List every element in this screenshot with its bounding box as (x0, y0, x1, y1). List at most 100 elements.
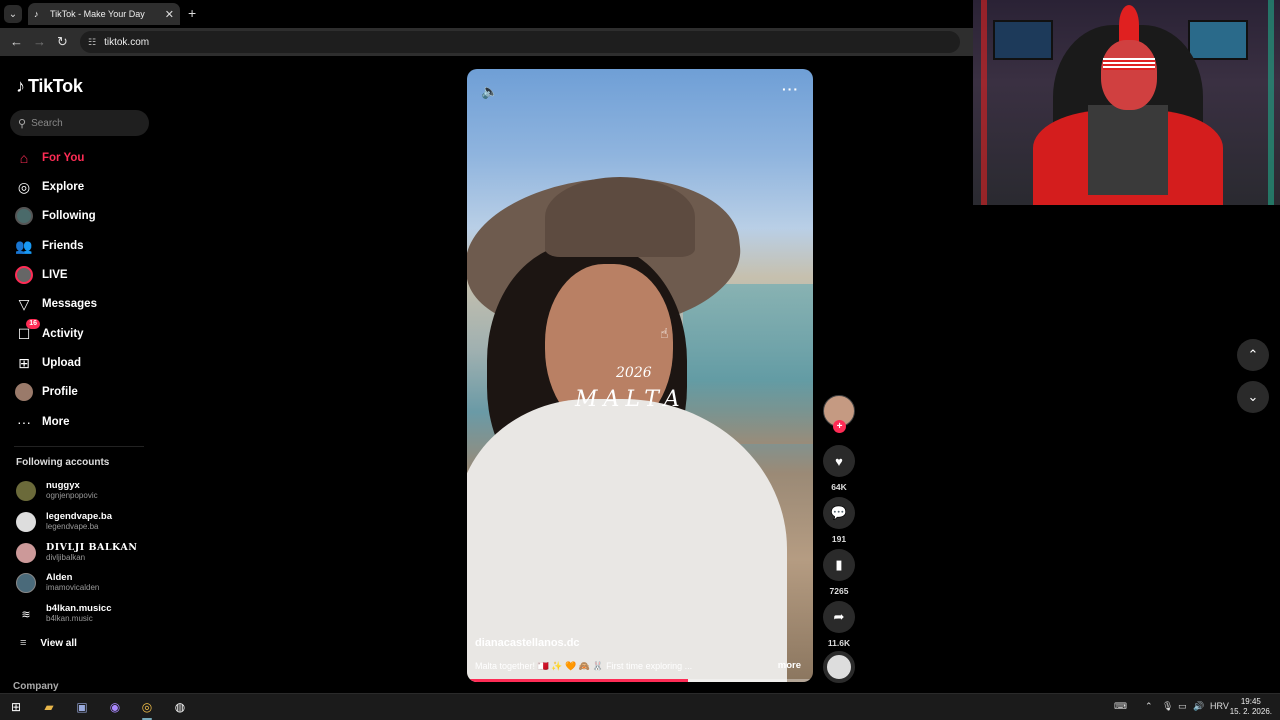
chrome-icon[interactable]: ◎ (139, 699, 155, 715)
nav-label: Activity (42, 328, 84, 340)
view-all-label: View all (40, 637, 77, 649)
keyboard-icon[interactable]: ⌨ (1114, 701, 1127, 712)
activity-badge: 16 (26, 319, 40, 329)
video-author[interactable]: dianacastellanos.dc (475, 637, 580, 649)
file-explorer-icon[interactable]: ▰ (41, 699, 57, 715)
webcam-led-strip (1268, 0, 1274, 205)
video-caption: Malta together! 🇲🇹 ✨ 🧡 🙈 🐰 First time ex… (475, 661, 693, 671)
following-accounts-title: Following accounts (16, 457, 110, 468)
nav-live[interactable]: LIVE (14, 264, 68, 286)
volume-icon[interactable]: 🔈 (481, 83, 498, 100)
share-icon: ➦ (833, 609, 845, 624)
nav-label: LIVE (42, 269, 68, 281)
account-handle: legendvape.ba (46, 522, 99, 531)
more-dots-icon: ··· (17, 414, 31, 430)
browser-tab[interactable]: ♪ TikTok - Make Your Day ✕ (28, 3, 180, 25)
webcam-person-mohawk (1119, 5, 1139, 45)
url-text: tiktok.com (104, 36, 150, 48)
nav-following[interactable]: Following (14, 205, 96, 227)
caption-more-button[interactable]: more (778, 660, 801, 671)
brand-name: TikTok (28, 76, 83, 96)
system-clock[interactable]: 19:45 15. 2. 2026. (1230, 697, 1272, 717)
follow-plus-icon[interactable]: + (833, 420, 846, 433)
account-avatar (16, 573, 36, 593)
tiktok-logo[interactable]: ♪ TikTok (16, 76, 83, 97)
chevron-up-icon: ⌃ (1247, 347, 1259, 362)
taskbar: ⊞ ▰ ▣ ◉ ◎ ◍ ⌨ ⌃ 🎙 ▭ 🔊 HRV 19:45 15. 2. 2… (0, 693, 1280, 720)
nav-upload[interactable]: ⊞ Upload (14, 352, 81, 374)
webcam-monitor (1188, 20, 1248, 60)
account-name: nuggyx (46, 480, 80, 491)
browser-toolbar: ← → ↻ ☷ tiktok.com (0, 28, 975, 56)
nav-label: Following (42, 210, 96, 222)
address-bar[interactable]: ☷ tiktok.com (80, 31, 960, 53)
inbox-icon: ☐ 16 (14, 319, 40, 344)
company-link[interactable]: Company (13, 681, 59, 692)
language-indicator[interactable]: HRV (1210, 701, 1229, 711)
app-icon[interactable]: ◉ (107, 699, 123, 715)
nav-label: Upload (42, 357, 81, 369)
account-handle: divljibalkan (46, 553, 86, 562)
like-button[interactable]: ♥ (823, 445, 855, 477)
account-handle: b4lkan.music (46, 614, 93, 623)
speaker-icon[interactable]: 🔊 (1193, 701, 1204, 712)
new-tab-icon[interactable]: + (188, 5, 196, 21)
save-button[interactable]: ▮ (823, 549, 855, 581)
site-info-icon[interactable]: ☷ (88, 37, 96, 48)
plus-square-icon: ⊞ (18, 354, 30, 371)
send-icon: ▽ (18, 295, 30, 312)
video-player[interactable]: 🔈 ··· 2026 MALTA dianacastellanos.dc Mal… (467, 69, 813, 682)
save-count: 7265 (829, 586, 849, 596)
compass-icon: ◎ (17, 178, 31, 195)
webcam-person-head (1101, 40, 1157, 110)
view-all-link[interactable]: ≡ View all (20, 637, 77, 649)
share-button[interactable]: ➦ (823, 601, 855, 633)
account-item[interactable]: DIVLJI BALKAN divljibalkan (16, 541, 138, 565)
list-icon: ≡ (20, 637, 27, 649)
nav-label: More (42, 416, 70, 428)
webcam-person-vest (1088, 105, 1168, 195)
back-icon[interactable]: ← (10, 34, 23, 49)
home-icon: ⌂ (19, 150, 29, 166)
nav-messages[interactable]: ▽ Messages (14, 293, 97, 315)
microphone-icon[interactable]: 🎙 (1162, 701, 1173, 712)
forward-icon[interactable]: → (33, 34, 46, 49)
comment-button[interactable]: 💬 (823, 497, 855, 529)
windows-start-icon[interactable]: ⊞ (8, 699, 24, 715)
account-item[interactable]: ≋ b4lkan.musicc b4lkan.music (16, 602, 111, 626)
close-tab-icon[interactable]: ✕ (165, 8, 174, 21)
music-disc[interactable] (823, 651, 855, 683)
reload-icon[interactable]: ↻ (57, 34, 68, 50)
account-item[interactable]: Alden imamovicalden (16, 571, 99, 595)
nav-profile[interactable]: Profile (14, 381, 78, 403)
sidebar-divider (14, 446, 144, 447)
store-icon[interactable]: ▣ (74, 699, 90, 715)
nav-label: Messages (42, 298, 97, 310)
account-avatar (16, 481, 36, 501)
network-icon[interactable]: ▭ (1178, 701, 1187, 712)
tab-search-icon[interactable]: ⌄ (4, 5, 22, 23)
video-hat-crown (545, 177, 695, 257)
obs-icon[interactable]: ◍ (172, 699, 188, 715)
tiktok-favicon-icon: ♪ (34, 9, 39, 19)
account-item[interactable]: nuggyx ognjenpopovic (16, 479, 98, 503)
bookmark-icon: ▮ (835, 557, 843, 572)
friends-icon: 👥 (15, 237, 33, 254)
clock-time: 19:45 (1240, 697, 1261, 706)
tray-chevron-up-icon[interactable]: ⌃ (1145, 701, 1153, 712)
spotify-avatar-icon: ≋ (16, 604, 36, 624)
more-options-icon[interactable]: ··· (782, 81, 799, 97)
search-icon: ⚲ (18, 117, 27, 130)
profile-avatar-icon (14, 382, 34, 402)
account-item[interactable]: legendvape.ba legendvape.ba (16, 510, 112, 534)
video-progress-bar[interactable] (467, 679, 813, 682)
previous-video-button[interactable]: ⌃ (1237, 339, 1269, 371)
nav-explore[interactable]: ◎ Explore (14, 176, 84, 198)
nav-activity[interactable]: ☐ 16 Activity (14, 319, 84, 345)
search-box[interactable]: ⚲ (10, 110, 149, 136)
nav-friends[interactable]: 👥 Friends (14, 235, 83, 257)
next-video-button[interactable]: ⌄ (1237, 381, 1269, 413)
nav-for-you[interactable]: ⌂ For You (14, 147, 85, 169)
nav-more[interactable]: ··· More (14, 411, 69, 433)
search-input[interactable] (31, 117, 132, 129)
